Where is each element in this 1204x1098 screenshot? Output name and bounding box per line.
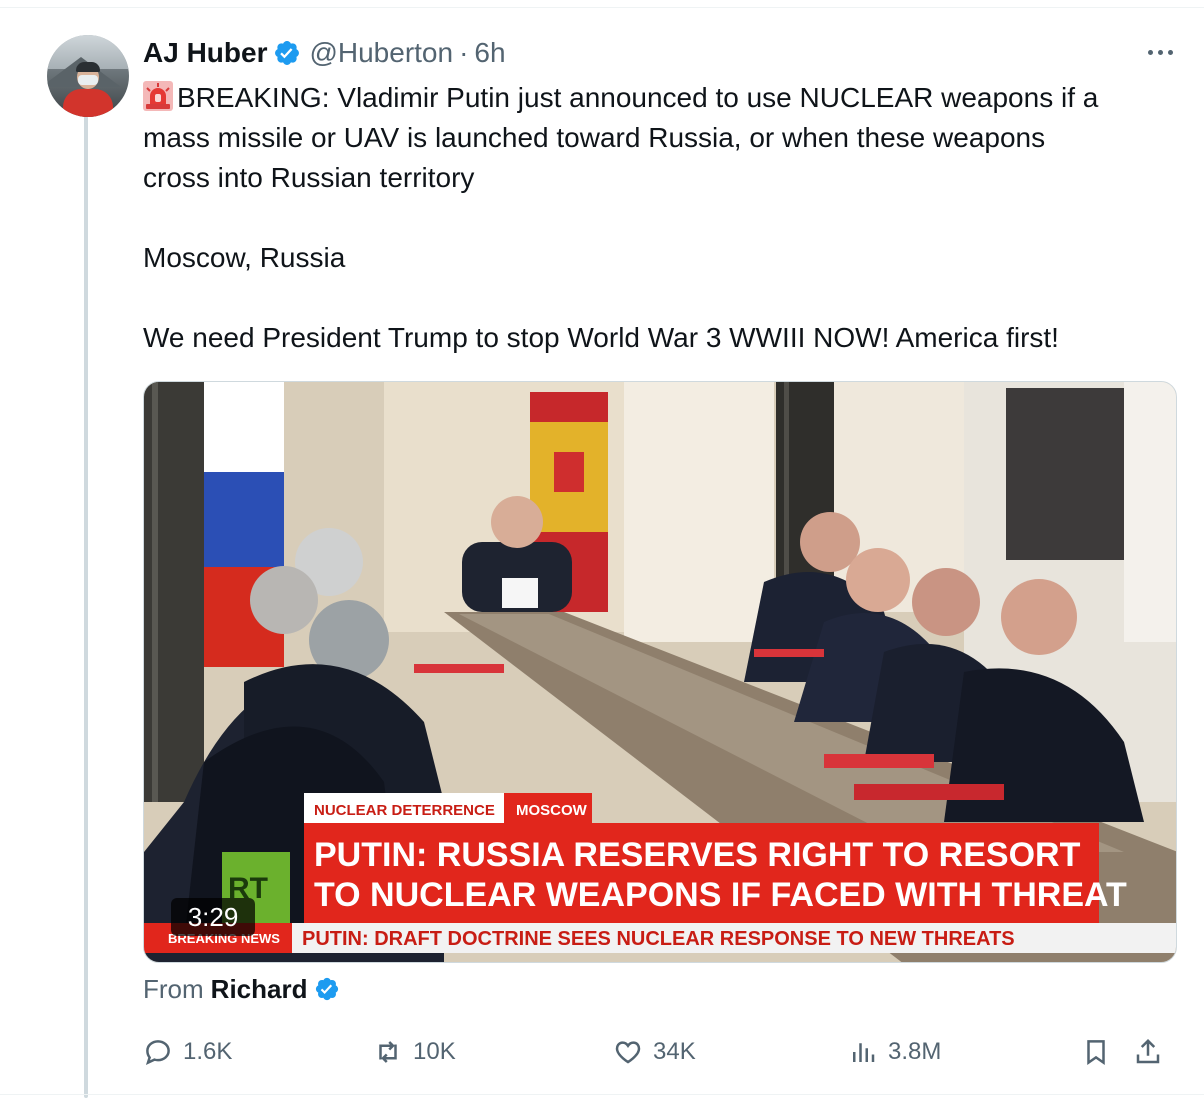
like-button[interactable]: 34K [613,1030,696,1074]
heart-icon [615,1041,641,1064]
bottom-divider [0,1094,1204,1095]
reply-icon [145,1040,170,1065]
tweet-text: BREAKING: Vladimir Putin just announced … [143,78,1188,358]
like-count: 34K [653,1038,696,1065]
tweet-line-5: We need President Trump to stop World Wa… [143,322,1059,353]
views-button[interactable]: 3.8M [848,1030,941,1074]
bookmark-icon [1087,1040,1105,1066]
repost-count: 10K [413,1038,456,1065]
repost-button[interactable]: 10K [373,1030,456,1074]
author-handle[interactable]: @Huberton [309,37,453,69]
attribution-source[interactable]: Richard [211,974,308,1005]
video-attribution: From Richard [143,970,340,1008]
video-player[interactable]: NUCLEAR DETERRENCE MOSCOW PUTIN: RUSSIA … [143,381,1177,963]
chyron-headline-1: PUTIN: RUSSIA RESERVES RIGHT TO RESORT [314,836,1081,874]
view-count: 3.8M [888,1038,942,1065]
chyron-tag-1: NUCLEAR DETERRENCE [314,802,495,819]
tweet-line-4: Moscow, Russia [143,242,346,273]
bookmark-button[interactable] [1081,1030,1111,1074]
author-name[interactable]: AJ Huber [143,37,267,69]
tweet-time[interactable]: 6h [474,37,505,69]
verified-badge-icon [316,977,339,1001]
repost-icon [379,1041,397,1063]
siren-icon [143,81,173,111]
attribution-prefix: From [143,973,204,1004]
top-divider [0,0,1204,8]
separator-dot: · [459,37,469,68]
avatar[interactable] [47,35,129,117]
chyron-headline-2: TO NUCLEAR WEAPONS IF FACED WITH THREAT [314,876,1127,914]
tweet-header: AJ Huber @Huberton · 6h [143,33,506,73]
tweet-line-3: cross into Russian territory [143,162,475,193]
video-frame: NUCLEAR DETERRENCE MOSCOW PUTIN: RUSSIA … [144,382,1176,962]
tweet-actions: 1.6K 10K 34K 3.8M [143,1030,1183,1074]
reply-button[interactable]: 1.6K [143,1030,232,1074]
ticker-text: PUTIN: DRAFT DOCTRINE SEES NUCLEAR RESPO… [302,928,1015,950]
share-icon [1136,1038,1160,1064]
reply-count: 1.6K [183,1038,233,1065]
tweet-line-1: BREAKING: Vladimir Putin just announced … [177,82,1099,113]
verified-badge-icon[interactable] [273,39,301,67]
tweet-line-2: mass missile or UAV is launched toward R… [143,122,1046,153]
share-button[interactable] [1133,1030,1163,1074]
chyron-tag-2: MOSCOW [516,802,588,819]
analytics-icon [853,1043,875,1062]
video-duration-badge: 3:29 [171,898,255,936]
thread-line [84,116,88,1098]
more-options-icon[interactable] [1142,40,1178,64]
